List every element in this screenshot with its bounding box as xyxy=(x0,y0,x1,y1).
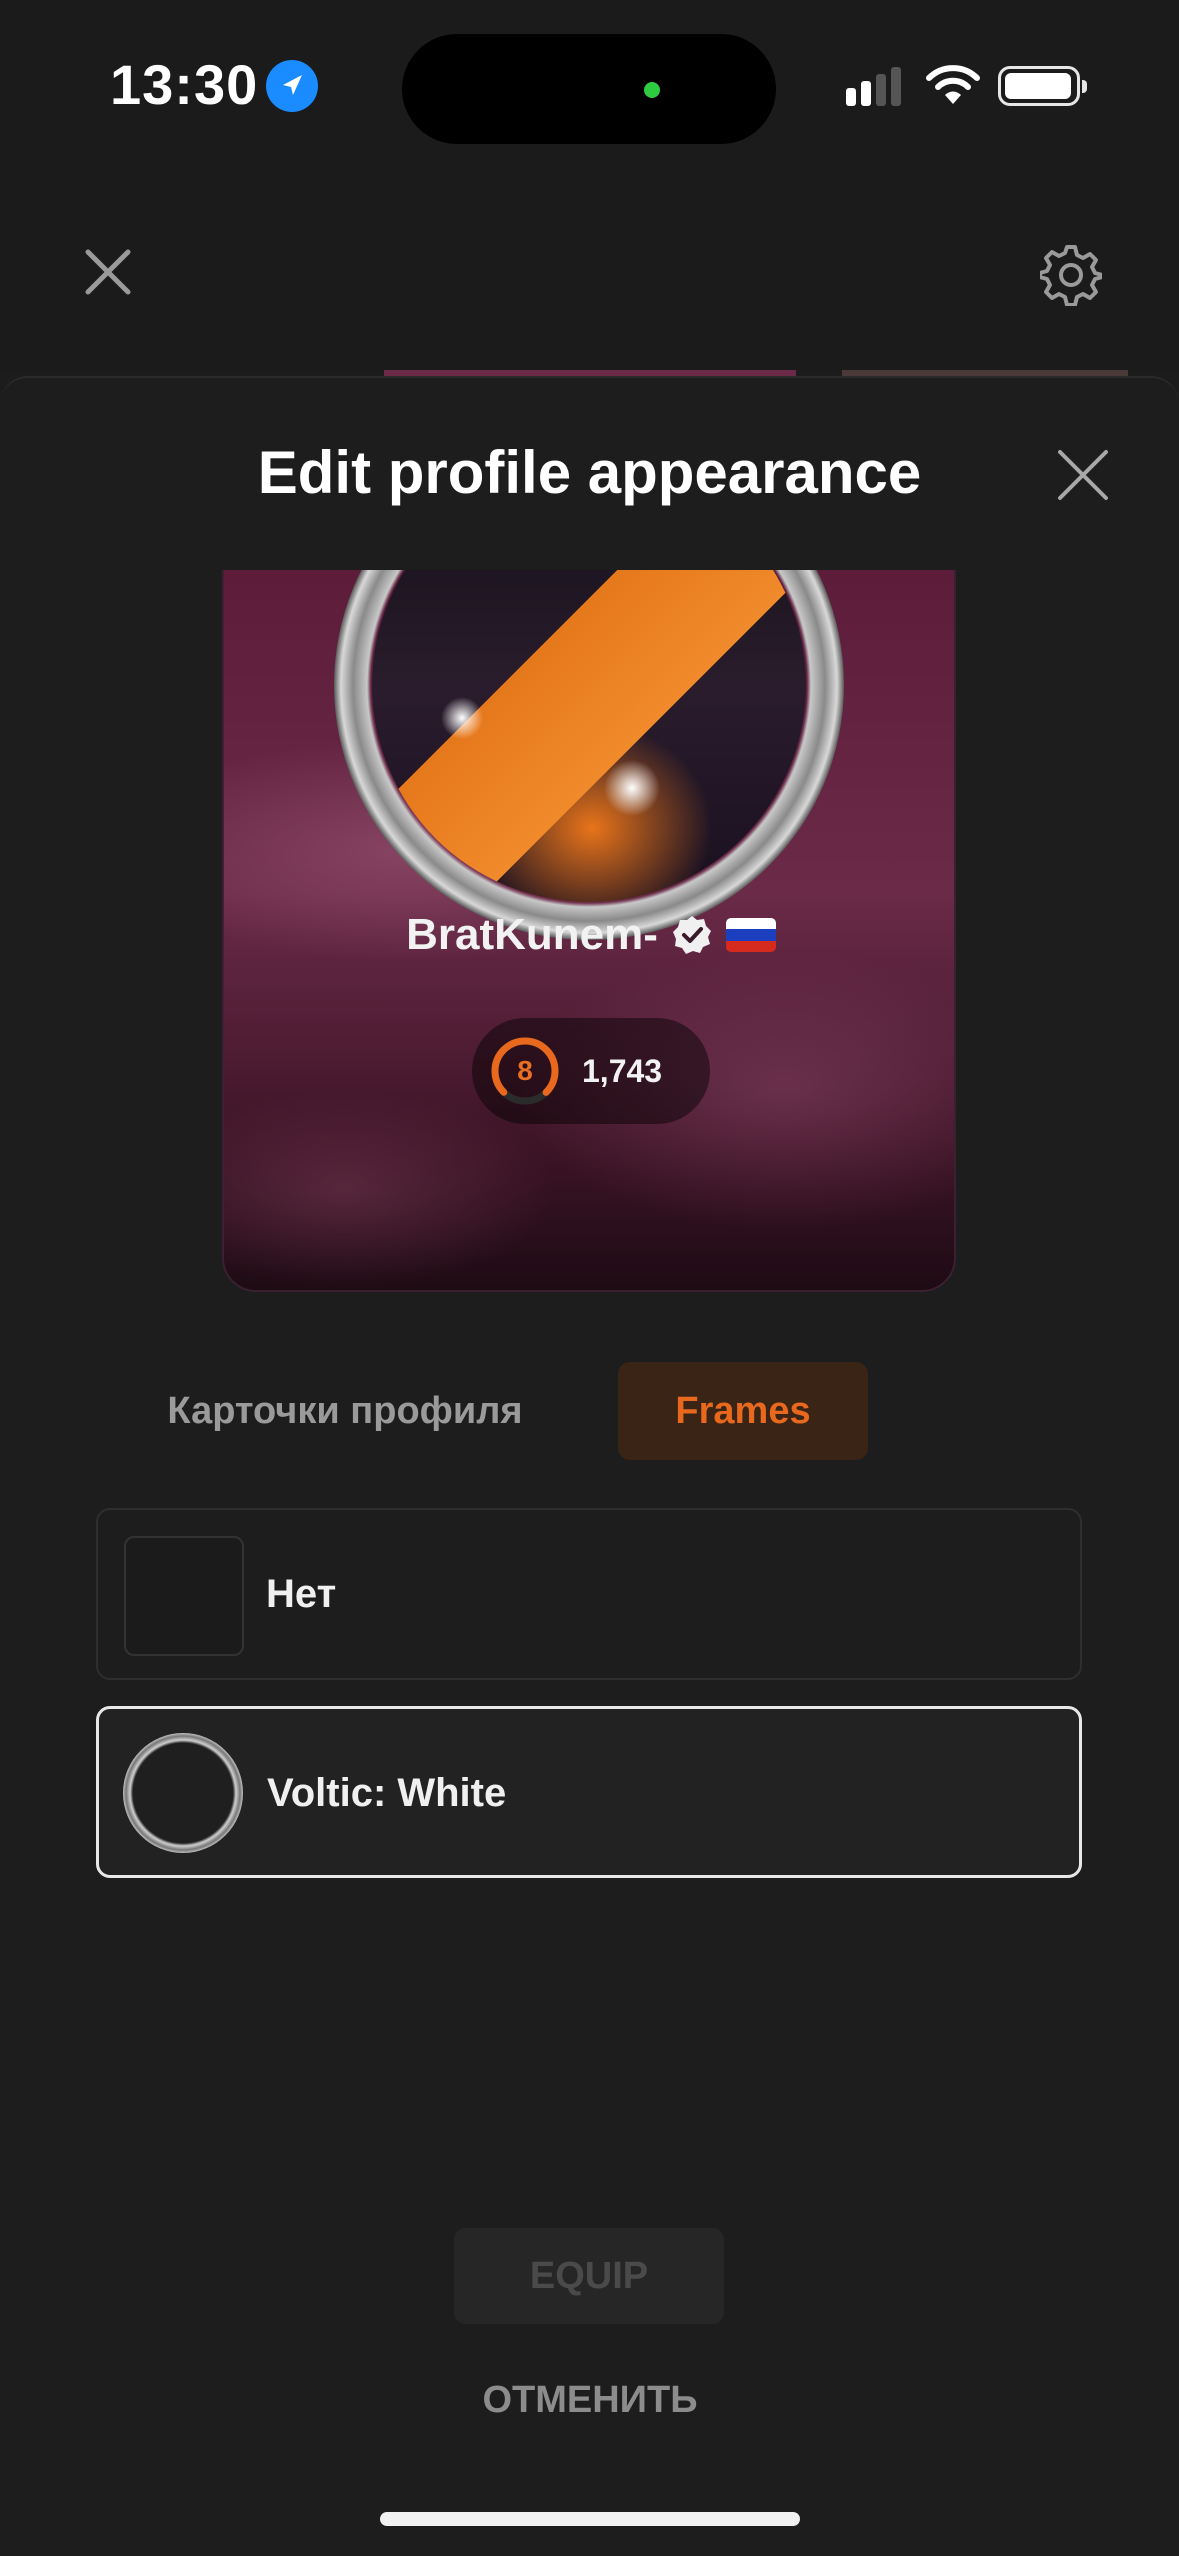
battery-icon xyxy=(998,66,1087,106)
wifi-icon xyxy=(926,65,980,104)
username: BratKunem- xyxy=(406,910,658,959)
tab-frames[interactable]: Frames xyxy=(618,1362,868,1460)
cancel-button[interactable]: ОТМЕНИТЬ xyxy=(380,2360,800,2440)
sheet-title: Edit profile appearance xyxy=(257,439,922,506)
home-indicator xyxy=(380,2512,800,2526)
frame-option-none[interactable]: Нет xyxy=(96,1508,1082,1680)
level-number: 8 xyxy=(517,1055,533,1086)
username-row: BratKunem- xyxy=(224,910,954,960)
location-arrow-icon xyxy=(266,60,318,112)
flag-stripe-white xyxy=(725,918,776,930)
frame-option-label: Нет xyxy=(266,1572,337,1616)
level-score-pill: 8 1,743 xyxy=(472,1018,710,1124)
page-header xyxy=(0,170,1179,370)
profile-card-preview: BratKunem- 8 1,743 xyxy=(222,570,956,1292)
frame-ring-thumbnail-icon xyxy=(123,1733,243,1853)
cellular-signal-icon xyxy=(846,67,901,106)
tab-profile-cards[interactable]: Карточки профиля xyxy=(120,1362,570,1460)
frame-option-voltic-white[interactable]: Voltic: White xyxy=(96,1706,1082,1878)
dynamic-island xyxy=(402,34,776,144)
flag-stripe-red xyxy=(725,940,776,952)
status-time: 13:30 xyxy=(110,53,259,116)
gear-icon[interactable] xyxy=(1040,244,1102,306)
score-value: 1,743 xyxy=(582,1053,663,1089)
equip-button[interactable]: EQUIP xyxy=(454,2228,724,2324)
country-flag-icon xyxy=(725,918,776,952)
close-icon[interactable] xyxy=(78,242,138,302)
frame-thumbnail-empty xyxy=(124,1536,244,1656)
frame-option-label: Voltic: White xyxy=(267,1771,507,1815)
camera-indicator-icon xyxy=(644,82,660,98)
sheet-close-icon[interactable] xyxy=(1054,446,1112,504)
verified-badge-icon xyxy=(672,916,711,954)
flag-stripe-blue xyxy=(725,929,776,941)
